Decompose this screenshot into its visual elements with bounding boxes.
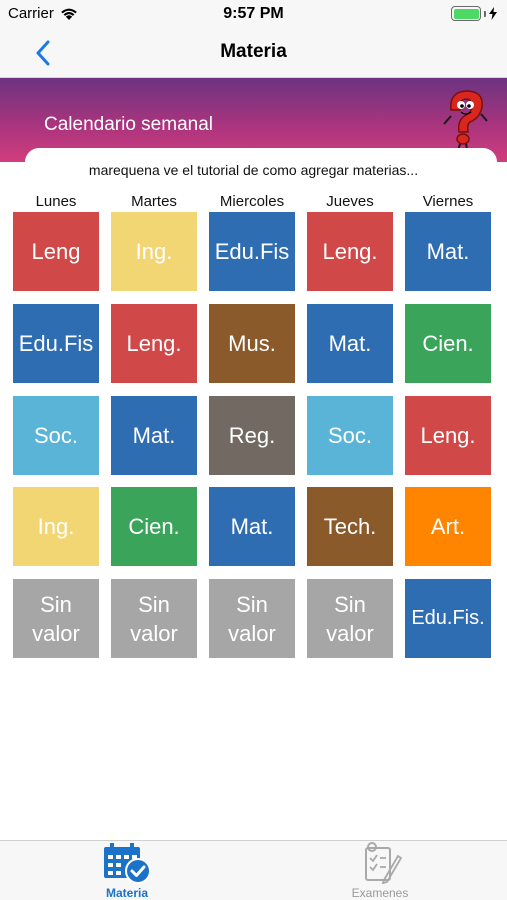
subject-tile[interactable]: Cien. xyxy=(405,304,491,383)
page-title: Materia xyxy=(220,41,287,62)
tutorial-hint[interactable]: marequena ve el tutorial de como agregar… xyxy=(0,162,507,178)
tab-examenes[interactable]: Examenes xyxy=(315,841,445,900)
subject-tile[interactable]: Leng xyxy=(13,212,99,291)
banner-title: Calendario semanal xyxy=(44,114,213,135)
charging-bolt-icon xyxy=(489,7,497,20)
empty-subject-tile[interactable]: Sin valor xyxy=(209,579,295,658)
battery-icon xyxy=(451,6,497,21)
tab-materia-label: Materia xyxy=(105,886,149,900)
subject-tile[interactable]: Soc. xyxy=(307,396,393,475)
calendar-check-icon xyxy=(104,843,151,884)
subject-tile[interactable]: Mat. xyxy=(209,487,295,566)
battery-level xyxy=(453,8,479,19)
subject-tile[interactable]: Leng. xyxy=(307,212,393,291)
subject-tile[interactable]: Leng. xyxy=(111,304,197,383)
status-bar: Carrier 9:57 PM xyxy=(0,0,507,28)
subject-tile[interactable]: Leng. xyxy=(405,396,491,475)
subject-tile[interactable]: Tech. xyxy=(307,487,393,566)
subject-tile[interactable]: Ing. xyxy=(111,212,197,291)
empty-subject-tile[interactable]: Sin valor xyxy=(307,579,393,658)
day-header-jueves: Jueves xyxy=(326,193,374,210)
subject-tile[interactable]: Mat. xyxy=(405,212,491,291)
exam-sheet-icon xyxy=(365,842,402,884)
day-header-viernes: Viernes xyxy=(422,193,474,210)
subject-tile[interactable]: Edu.Fis xyxy=(209,212,295,291)
tab-materia[interactable]: Materia xyxy=(62,841,192,900)
tab-examenes-label: Examenes xyxy=(351,886,409,900)
day-header-lunes: Lunes xyxy=(35,193,77,210)
subject-tile[interactable]: Cien. xyxy=(111,487,197,566)
subject-tile[interactable]: Mus. xyxy=(209,304,295,383)
subject-tile[interactable]: Edu.Fis. xyxy=(405,579,491,658)
day-header-miercoles: Miercoles xyxy=(219,193,285,210)
empty-subject-tile[interactable]: Sin valor xyxy=(13,579,99,658)
status-time: 9:57 PM xyxy=(223,5,284,22)
subject-tile[interactable]: Mat. xyxy=(111,396,197,475)
tab-bar: Materia Examenes xyxy=(0,840,507,900)
subject-tile[interactable]: Reg. xyxy=(209,396,295,475)
subject-tile[interactable]: Art. xyxy=(405,487,491,566)
navigation-bar: Materia xyxy=(0,28,507,78)
subject-tile[interactable]: Soc. xyxy=(13,396,99,475)
empty-subject-tile[interactable]: Sin valor xyxy=(111,579,197,658)
day-header-martes: Martes xyxy=(131,193,177,210)
subject-tile[interactable]: Mat. xyxy=(307,304,393,383)
subject-tile[interactable]: Edu.Fis xyxy=(13,304,99,383)
subject-tile[interactable]: Ing. xyxy=(13,487,99,566)
